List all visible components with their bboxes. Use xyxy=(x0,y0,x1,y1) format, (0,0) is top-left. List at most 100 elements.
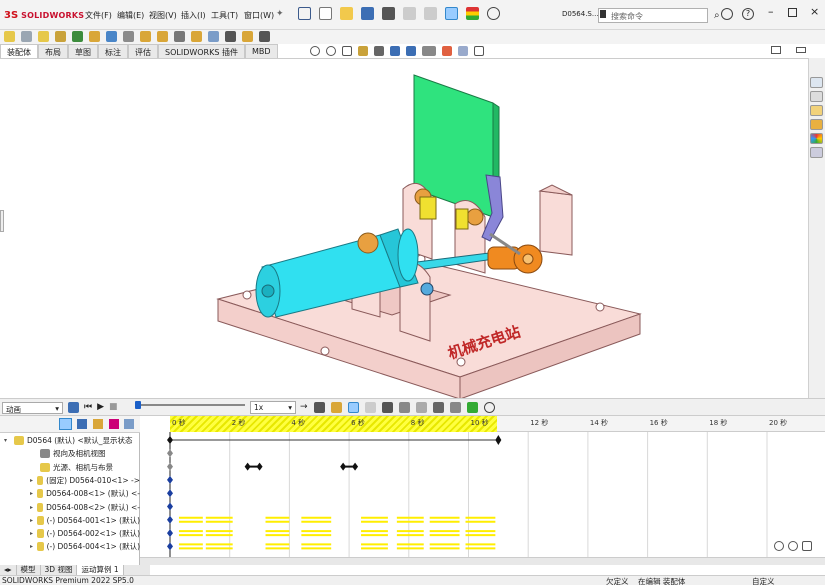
motion-settings-gear-icon[interactable] xyxy=(483,402,495,413)
tree-item[interactable]: ▸ D0564-008<1> (默认) <- xyxy=(0,487,140,500)
tree-item[interactable]: ▸ (固定) D0564-010<1> -> xyxy=(0,474,140,487)
hide-show-items-icon[interactable] xyxy=(422,46,436,56)
tree-item[interactable]: 光源、相机与布景 xyxy=(0,461,140,474)
move-component-icon[interactable] xyxy=(89,31,100,42)
bill-of-materials-icon[interactable] xyxy=(174,31,185,42)
previous-view-icon[interactable] xyxy=(342,46,352,56)
expand-arrow-icon[interactable]: ▸ xyxy=(30,530,37,537)
play-from-start-icon[interactable]: ⏮ xyxy=(84,402,92,413)
timeline-scrollbar[interactable] xyxy=(140,557,825,565)
expand-arrow-icon[interactable]: ▸ xyxy=(30,490,37,497)
solidworks-logo[interactable]: 3S SOLIDWORKS xyxy=(4,8,84,22)
mate-icon[interactable] xyxy=(21,31,32,42)
tree-item[interactable]: ▾ D0564 (默认) <默认_显示状态 xyxy=(0,434,140,447)
calculate-icon[interactable] xyxy=(68,402,79,413)
home-resources-icon[interactable] xyxy=(810,77,823,88)
view-settings-icon[interactable] xyxy=(474,46,484,56)
tree-item[interactable]: ▸ D0564-008<2> (默认) <- xyxy=(0,501,140,514)
tab-addins[interactable]: SOLIDWORKS 插件 xyxy=(158,44,245,58)
autofit-tree-icon[interactable] xyxy=(124,419,134,429)
new-motion-study-icon[interactable] xyxy=(157,31,168,42)
playback-slider-thumb[interactable] xyxy=(135,401,141,409)
custom-properties-icon[interactable] xyxy=(810,147,823,158)
menu-view[interactable]: 视图(V) xyxy=(149,10,177,21)
expand-arrow-icon[interactable]: ▸ xyxy=(30,477,37,484)
collapse-arrow-icon[interactable]: ▾ xyxy=(4,437,14,444)
playback-mode-icon[interactable]: → xyxy=(300,402,308,413)
timeline-graph[interactable] xyxy=(140,416,825,566)
key-point[interactable] xyxy=(167,475,173,484)
timeline-zoom-out-icon[interactable] xyxy=(774,541,784,551)
play-icon[interactable]: ▶ xyxy=(97,402,104,413)
reference-geometry-icon[interactable] xyxy=(140,31,151,42)
help-icon[interactable]: ? xyxy=(742,8,754,20)
search-icon[interactable]: ⌕ xyxy=(714,10,720,21)
expand-play-icon[interactable] xyxy=(259,31,270,42)
key-point[interactable] xyxy=(167,502,173,511)
autokey-icon[interactable] xyxy=(347,402,359,413)
gravity-icon[interactable] xyxy=(432,402,444,413)
graphics-area[interactable]: 机械充电站 xyxy=(0,58,808,400)
filter-results-icon[interactable] xyxy=(109,419,119,429)
print-icon[interactable] xyxy=(382,7,395,20)
menu-window[interactable]: 窗口(W) xyxy=(244,10,274,21)
key-point[interactable] xyxy=(167,542,173,551)
redo-icon[interactable] xyxy=(424,7,437,20)
key-point[interactable] xyxy=(167,489,173,498)
save-animation-icon[interactable] xyxy=(313,402,325,413)
new-document-icon[interactable] xyxy=(319,7,332,20)
close-icon[interactable]: × xyxy=(810,5,819,18)
animation-wizard-icon[interactable] xyxy=(330,402,342,413)
tree-item[interactable]: ▸ (-) D0564-001<1> (默认) xyxy=(0,514,140,527)
assembly-features-icon[interactable] xyxy=(123,31,134,42)
playback-speed-select[interactable]: 1x ▾ xyxy=(250,401,296,414)
timeline-area[interactable] xyxy=(140,416,825,566)
tab-evaluate[interactable]: 评估 xyxy=(128,44,158,58)
undo-icon[interactable] xyxy=(403,7,416,20)
component-preview-icon[interactable] xyxy=(38,31,49,42)
home-icon[interactable] xyxy=(298,7,311,20)
options-gear-icon[interactable] xyxy=(487,7,500,20)
dynamic-annotation-icon[interactable] xyxy=(374,46,384,56)
edit-appearance-icon[interactable] xyxy=(442,46,452,56)
expand-arrow-icon[interactable]: ▸ xyxy=(30,543,37,550)
apply-scene-icon[interactable] xyxy=(458,46,468,56)
exploded-view-icon[interactable] xyxy=(191,31,202,42)
linear-pattern-icon[interactable] xyxy=(55,31,66,42)
end-key-point[interactable] xyxy=(495,435,502,445)
view-palette-icon[interactable] xyxy=(810,119,823,130)
instant3d-icon[interactable] xyxy=(208,31,219,42)
menu-tools[interactable]: 工具(T) xyxy=(211,10,238,21)
select-icon[interactable] xyxy=(445,7,458,20)
zoom-to-fit-icon[interactable] xyxy=(310,46,320,56)
show-hidden-icon[interactable] xyxy=(106,31,117,42)
section-view-icon[interactable] xyxy=(358,46,368,56)
motor-icon[interactable] xyxy=(381,402,393,413)
expand-arrow-icon[interactable]: ▸ xyxy=(30,504,37,511)
file-explorer-icon[interactable] xyxy=(810,105,823,116)
study-type-select[interactable]: 动画 ▾ xyxy=(2,402,63,414)
menu-insert[interactable]: 插入(I) xyxy=(181,10,206,21)
motion-study-properties-icon[interactable] xyxy=(466,402,478,413)
add-update-key-icon[interactable] xyxy=(364,402,376,413)
contact-icon[interactable] xyxy=(415,402,427,413)
viewport-split-icon[interactable] xyxy=(796,47,806,53)
tab-mbd[interactable]: MBD xyxy=(244,44,278,58)
spring-icon[interactable] xyxy=(398,402,410,413)
insert-component-icon[interactable] xyxy=(4,31,15,42)
scroll-left-icon[interactable]: ◂▸ xyxy=(0,565,17,575)
timeline-zoom-fit-icon[interactable] xyxy=(802,541,812,551)
tree-item[interactable]: ▸ (-) D0564-002<1> (默认) xyxy=(0,527,140,540)
menu-edit[interactable]: 编辑(E) xyxy=(117,10,144,21)
smart-fasteners-icon[interactable] xyxy=(72,31,83,42)
tab-motion-study-1[interactable]: 运动算例 1 xyxy=(77,565,124,575)
expand-arrow-icon[interactable]: ▸ xyxy=(30,517,37,524)
key-point[interactable] xyxy=(167,449,173,458)
open-folder-icon[interactable] xyxy=(340,7,353,20)
key-point[interactable] xyxy=(167,436,173,444)
status-units[interactable]: 自定义 xyxy=(752,576,775,587)
pin-icon[interactable]: ✦ xyxy=(276,9,284,19)
assembly-model[interactable]: 机械充电站 xyxy=(0,59,808,400)
maximize-icon[interactable] xyxy=(788,8,797,17)
tree-item[interactable]: ▸ (-) D0564-004<1> (默认) xyxy=(0,540,140,553)
